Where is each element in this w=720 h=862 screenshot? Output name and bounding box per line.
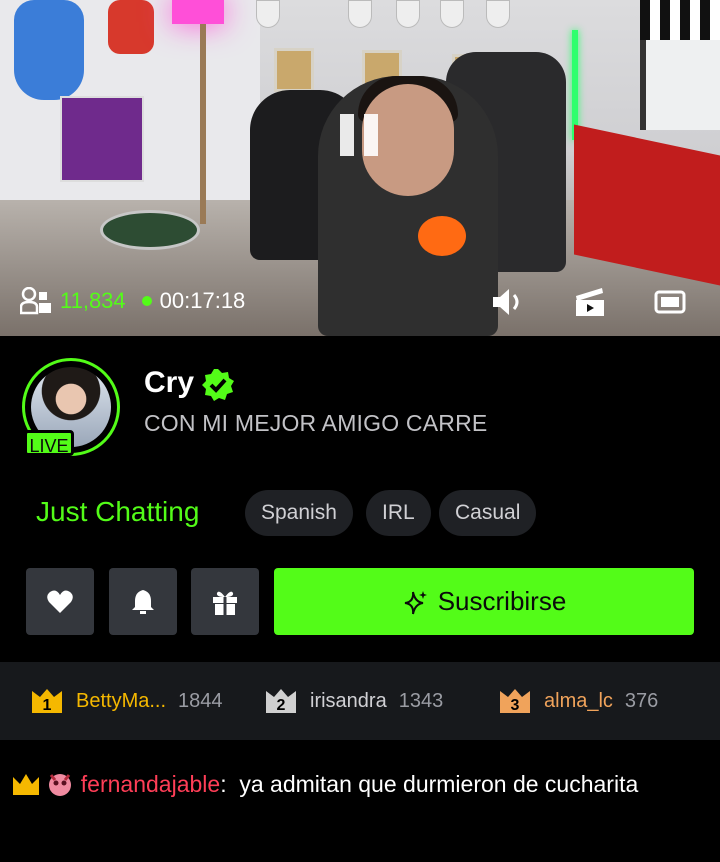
verified-icon xyxy=(202,369,234,401)
chat-message: fernandajable: ya admitan que durmieron … xyxy=(12,764,712,804)
video-scene-lamp xyxy=(172,0,224,24)
chat-separator: : xyxy=(220,771,227,797)
theater-mode-icon xyxy=(654,290,686,314)
video-scene-microphone xyxy=(418,216,466,256)
rank-3-icon: 3 xyxy=(500,689,530,714)
viewers-icon xyxy=(20,287,51,315)
svg-text:2: 2 xyxy=(277,697,286,714)
notifications-button[interactable] xyxy=(109,568,177,635)
tag-chip[interactable]: Casual xyxy=(439,490,537,536)
gift-leaderboard: 1 BettyMa... 1844 2 irisandra 1343 3 alm… xyxy=(0,662,720,740)
video-scene-light-strip xyxy=(572,30,578,140)
crown-badge-icon xyxy=(13,774,39,795)
category-link[interactable]: Just Chatting xyxy=(36,496,199,528)
viewer-count: 11,834 xyxy=(60,288,126,313)
rank-2-icon: 2 xyxy=(266,689,296,714)
pause-icon[interactable] xyxy=(340,114,380,156)
live-indicator-dot xyxy=(141,296,152,306)
live-badge: LIVE xyxy=(24,430,74,456)
video-scene-skateboard xyxy=(486,0,510,28)
video-scene-skateboard xyxy=(396,0,420,28)
video-scene-flag xyxy=(640,0,720,40)
channel-name[interactable]: Cry xyxy=(144,366,194,400)
bell-icon xyxy=(132,590,154,614)
leaderboard-entry[interactable]: 1 BettyMa... 1844 xyxy=(30,686,223,716)
video-scene-figure xyxy=(108,0,154,54)
stream-uptime: 00:17:18 xyxy=(159,288,246,313)
chat-username[interactable]: fernandajable xyxy=(81,771,220,797)
video-scene-rug xyxy=(100,210,200,250)
stream-stats: 11,834 00:17:18 xyxy=(20,286,245,316)
sparkle-icon xyxy=(404,590,427,614)
volume-button[interactable] xyxy=(490,284,526,320)
gift-sub-button[interactable] xyxy=(191,568,259,635)
subscribe-label: Suscribirse xyxy=(437,586,567,616)
svg-text:1: 1 xyxy=(43,697,52,714)
heart-icon xyxy=(47,590,73,613)
leaderboard-count: 1844 xyxy=(178,689,223,712)
video-scene-skateboard xyxy=(348,0,372,28)
video-scene-skateboard xyxy=(256,0,280,28)
video-scene-plaque xyxy=(274,48,314,92)
chat-text: ya admitan que durmieron de cucharita xyxy=(239,771,639,797)
tag-chip[interactable]: Spanish xyxy=(245,490,353,536)
leaderboard-entry[interactable]: 3 alma_lc 376 xyxy=(498,686,658,716)
video-player[interactable]: 11,834 00:17:18 xyxy=(0,0,720,336)
svg-text:3: 3 xyxy=(511,697,520,714)
theater-mode-button[interactable] xyxy=(652,284,688,320)
video-scene-skateboard xyxy=(440,0,464,28)
follow-button[interactable] xyxy=(26,568,94,635)
video-scene-lamp-pole xyxy=(200,24,206,224)
emote-badge-icon xyxy=(49,774,72,796)
leaderboard-count: 1343 xyxy=(398,689,444,712)
video-scene-painting xyxy=(60,96,144,182)
leaderboard-entry[interactable]: 2 irisandra 1343 xyxy=(264,686,443,716)
stream-title: CON MI MEJOR AMIGO CARRE xyxy=(144,410,488,436)
subscribe-button[interactable]: Suscribirse xyxy=(274,568,694,635)
gift-icon xyxy=(213,591,237,615)
leaderboard-user: BettyMa... xyxy=(76,689,167,712)
tag-chip[interactable]: IRL xyxy=(366,490,431,536)
leaderboard-count: 376 xyxy=(624,689,659,712)
clip-button[interactable] xyxy=(572,284,608,320)
volume-icon xyxy=(493,289,519,315)
rank-1-icon: 1 xyxy=(32,689,62,714)
clip-icon xyxy=(576,288,604,316)
video-scene-mascot xyxy=(14,0,84,100)
leaderboard-user: irisandra xyxy=(310,689,387,712)
leaderboard-user: alma_lc xyxy=(544,689,613,712)
